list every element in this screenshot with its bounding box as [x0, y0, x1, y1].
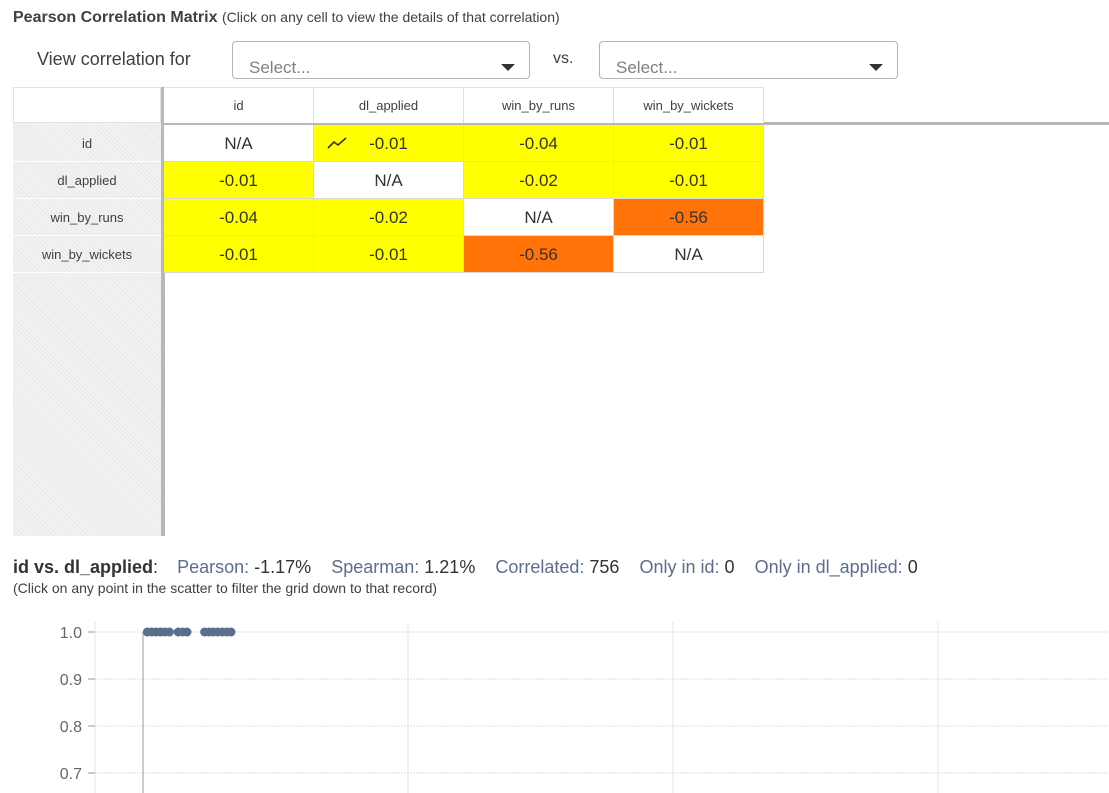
column-header-dl-applied[interactable]: dl_applied [314, 87, 464, 123]
trend-line-icon [327, 137, 347, 149]
y-tick-label: 0.9 [60, 672, 82, 689]
pearson-value: -1.17% [254, 557, 312, 577]
correlated-stat: Correlated: 756 [495, 557, 619, 577]
y-tick-label: 0.8 [60, 719, 82, 736]
cell-value: -0.01 [369, 134, 408, 153]
scatter-hint: (Click on any point in the scatter to fi… [13, 580, 438, 596]
column-select-2[interactable]: Select... [599, 41, 898, 79]
matrix-title-bar: Pearson Correlation Matrix (Click on any… [13, 9, 560, 27]
row-header-win-by-runs[interactable]: win_by_runs [13, 199, 161, 236]
only-y-value: 0 [907, 557, 918, 577]
correlation-cell[interactable]: -0.01 [614, 162, 764, 199]
correlated-label: Correlated: [495, 557, 585, 577]
correlation-cell-selected[interactable]: -0.01 [314, 125, 464, 162]
column-select-1[interactable]: Select... [232, 41, 530, 79]
chevron-down-icon [869, 64, 883, 71]
pair-title: id vs. dl_applied [13, 557, 154, 577]
y-tick-label: 0.7 [60, 766, 82, 783]
grid-corner [13, 87, 161, 123]
pearson-label: Pearson: [177, 557, 250, 577]
row-header-win-by-wickets[interactable]: win_by_wickets [13, 236, 161, 273]
correlation-cell[interactable]: N/A [164, 125, 314, 162]
page-hint: (Click on any cell to view the details o… [221, 9, 560, 25]
correlation-cell[interactable]: -0.02 [464, 162, 614, 199]
only-x-stat: Only in id: 0 [639, 557, 734, 577]
column-header-win-by-runs[interactable]: win_by_runs [464, 87, 614, 123]
column-select-2-placeholder: Select... [616, 58, 678, 77]
correlation-cell[interactable]: -0.01 [314, 236, 464, 273]
correlation-cell[interactable]: -0.02 [314, 199, 464, 236]
pair-colon: : [153, 557, 159, 577]
correlation-cell[interactable]: -0.04 [164, 199, 314, 236]
correlation-cell[interactable]: -0.56 [614, 199, 764, 236]
correlation-cell[interactable]: N/A [614, 236, 764, 273]
pearson-stat: Pearson: -1.17% [177, 557, 311, 577]
correlation-cell[interactable]: N/A [464, 199, 614, 236]
only-y-stat: Only in dl_applied: 0 [755, 557, 918, 577]
only-x-label: Only in id: [639, 557, 720, 577]
scatter-point[interactable] [182, 627, 192, 637]
correlation-cell[interactable]: -0.01 [164, 236, 314, 273]
correlation-cell[interactable]: -0.01 [614, 125, 764, 162]
correlated-value: 756 [589, 557, 620, 577]
correlation-details: id vs. dl_applied: Pearson: -1.17% Spear… [13, 557, 933, 578]
correlation-cell[interactable]: -0.01 [164, 162, 314, 199]
only-x-value: 0 [724, 557, 735, 577]
correlation-cell[interactable]: -0.04 [464, 125, 614, 162]
column-select-1-placeholder: Select... [249, 58, 311, 77]
vs-label: vs. [553, 50, 574, 67]
spearman-value: 1.21% [424, 557, 476, 577]
page-title: Pearson Correlation Matrix [13, 9, 218, 26]
spearman-label: Spearman: [331, 557, 420, 577]
spearman-stat: Spearman: 1.21% [331, 557, 475, 577]
chevron-down-icon [501, 64, 515, 71]
column-header-win-by-wickets[interactable]: win_by_wickets [614, 87, 764, 123]
row-header-dl-applied[interactable]: dl_applied [13, 162, 161, 199]
view-correlation-label: View correlation for [37, 49, 191, 69]
correlation-cell[interactable]: -0.56 [464, 236, 614, 273]
correlation-cell[interactable]: N/A [314, 162, 464, 199]
column-header-id[interactable]: id [164, 87, 314, 123]
scatter-point[interactable] [226, 627, 236, 637]
only-y-label: Only in dl_applied: [754, 557, 903, 577]
scatter-plot[interactable]: 1.0 0.9 0.8 0.7 [0, 612, 1109, 793]
row-header-id[interactable]: id [13, 125, 161, 162]
correlation-grid: id dl_applied win_by_runs win_by_wickets… [13, 87, 1109, 536]
y-tick-label: 1.0 [60, 625, 82, 642]
scatter-point[interactable] [164, 627, 174, 637]
